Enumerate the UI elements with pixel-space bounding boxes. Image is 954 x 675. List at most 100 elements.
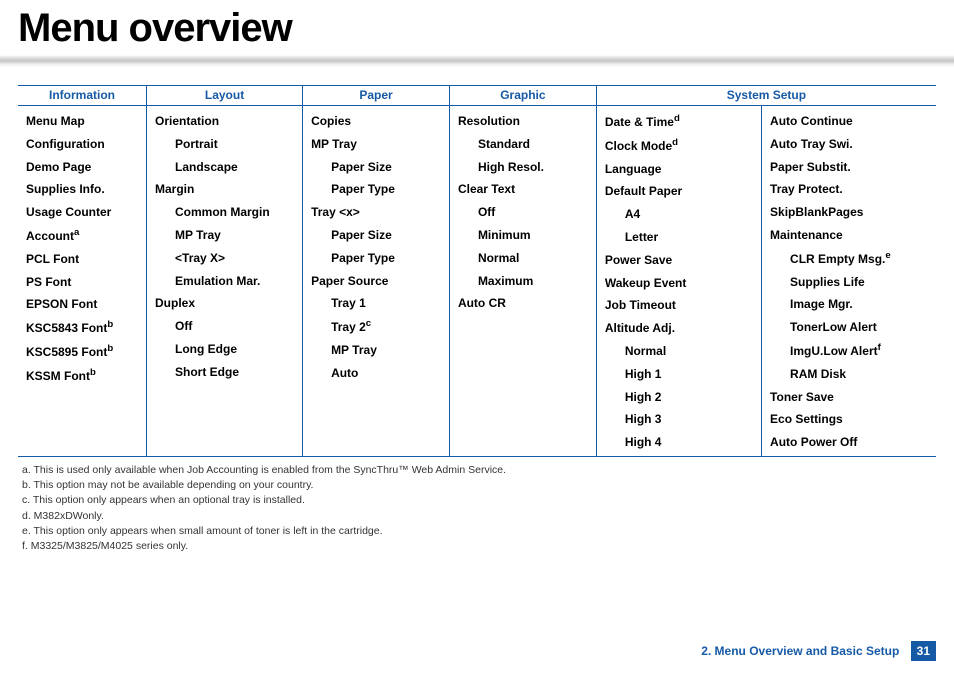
col-paper: CopiesMP TrayPaper SizePaper TypeTray <x… [303, 106, 450, 457]
menu-item: Date & Timed [605, 110, 753, 134]
menu-item: PS Font [26, 271, 138, 294]
menu-item: Tray 1 [311, 292, 441, 315]
col-information: Menu MapConfigurationDemo PageSupplies I… [18, 106, 147, 457]
menu-item: Normal [458, 247, 588, 270]
menu-item: Configuration [26, 133, 138, 156]
col-system-2: Auto ContinueAuto Tray Swi.Paper Substit… [762, 106, 936, 457]
menu-item: Menu Map [26, 110, 138, 133]
footer-chapter: 2. Menu Overview and Basic Setup [701, 644, 899, 658]
menu-item: Margin [155, 178, 294, 201]
menu-item: Auto CR [458, 292, 588, 315]
menu-item: Auto Tray Swi. [770, 133, 928, 156]
menu-item: KSC5843 Fontb [26, 316, 138, 340]
menu-item: Standard [458, 133, 588, 156]
menu-item: Minimum [458, 224, 588, 247]
menu-item: Copies [311, 110, 441, 133]
menu-item: Auto Power Off [770, 431, 928, 454]
menu-item: Tray 2c [311, 315, 441, 339]
menu-item: High Resol. [458, 156, 588, 179]
menu-item: High 2 [605, 386, 753, 409]
title-underline [0, 55, 954, 67]
menu-item: MP Tray [311, 133, 441, 156]
menu-item: KSC5895 Fontb [26, 340, 138, 364]
menu-item: SkipBlankPages [770, 201, 928, 224]
col-header-system: System Setup [596, 86, 936, 106]
menu-item: EPSON Font [26, 293, 138, 316]
menu-item: Toner Save [770, 386, 928, 409]
menu-item: Maintenance [770, 224, 928, 247]
menu-item: Off [155, 315, 294, 338]
menu-item: KSSM Fontb [26, 364, 138, 388]
menu-item: A4 [605, 203, 753, 226]
menu-item: Duplex [155, 292, 294, 315]
menu-item: Maximum [458, 270, 588, 293]
footnote: b. This option may not be available depe… [22, 478, 936, 493]
menu-item: Orientation [155, 110, 294, 133]
menu-item: ImgU.Low Alertf [770, 339, 928, 363]
menu-item: Wakeup Event [605, 272, 753, 295]
footnote: a. This is used only available when Job … [22, 463, 936, 478]
menu-item: Eco Settings [770, 408, 928, 431]
menu-item: Letter [605, 226, 753, 249]
menu-item: Paper Size [311, 156, 441, 179]
menu-item: Common Margin [155, 201, 294, 224]
menu-item: Long Edge [155, 338, 294, 361]
menu-item: Paper Type [311, 247, 441, 270]
menu-item: Image Mgr. [770, 293, 928, 316]
menu-item: Accounta [26, 224, 138, 248]
menu-item: Usage Counter [26, 201, 138, 224]
menu-item: Auto Continue [770, 110, 928, 133]
menu-item: <Tray X> [155, 247, 294, 270]
menu-item: Tray <x> [311, 201, 441, 224]
menu-item: PCL Font [26, 248, 138, 271]
col-header-paper: Paper [303, 86, 450, 106]
col-header-layout: Layout [147, 86, 303, 106]
menu-item: Language [605, 158, 753, 181]
col-layout: OrientationPortraitLandscapeMarginCommon… [147, 106, 303, 457]
footnote: e. This option only appears when small a… [22, 524, 936, 539]
footnote: f. M3325/M3825/M4025 series only. [22, 539, 936, 554]
menu-item: MP Tray [311, 339, 441, 362]
menu-item: Demo Page [26, 156, 138, 179]
col-header-information: Information [18, 86, 147, 106]
col-graphic: ResolutionStandardHigh Resol.Clear TextO… [449, 106, 596, 457]
menu-item: Landscape [155, 156, 294, 179]
menu-item: Short Edge [155, 361, 294, 384]
menu-item: Paper Substit. [770, 156, 928, 179]
menu-item: Power Save [605, 249, 753, 272]
menu-item: TonerLow Alert [770, 316, 928, 339]
col-system-1: Date & TimedClock ModedLanguageDefault P… [596, 106, 761, 457]
menu-item: High 3 [605, 408, 753, 431]
menu-item: MP Tray [155, 224, 294, 247]
menu-item: CLR Empty Msg.e [770, 247, 928, 271]
page-footer: 2. Menu Overview and Basic Setup 31 [701, 641, 936, 661]
menu-table: Information Layout Paper Graphic System … [18, 85, 936, 457]
footnotes: a. This is used only available when Job … [22, 463, 936, 554]
menu-item: RAM Disk [770, 363, 928, 386]
footnote: c. This option only appears when an opti… [22, 493, 936, 508]
menu-item: Altitude Adj. [605, 317, 753, 340]
menu-item: Paper Source [311, 270, 441, 293]
menu-item: Auto [311, 362, 441, 385]
menu-item: Normal [605, 340, 753, 363]
page-title: Menu overview [0, 0, 954, 55]
menu-item: Clock Moded [605, 134, 753, 158]
menu-item: Default Paper [605, 180, 753, 203]
menu-item: Paper Size [311, 224, 441, 247]
menu-item: Clear Text [458, 178, 588, 201]
menu-item: Job Timeout [605, 294, 753, 317]
menu-item: Off [458, 201, 588, 224]
menu-item: High 1 [605, 363, 753, 386]
menu-item: Supplies Life [770, 271, 928, 294]
menu-item: Paper Type [311, 178, 441, 201]
menu-item: Portrait [155, 133, 294, 156]
menu-item: High 4 [605, 431, 753, 454]
menu-item: Tray Protect. [770, 178, 928, 201]
menu-item: Resolution [458, 110, 588, 133]
footnote: d. M382xDWonly. [22, 509, 936, 524]
menu-item: Emulation Mar. [155, 270, 294, 293]
menu-table-area: Information Layout Paper Graphic System … [18, 85, 936, 457]
footer-page-number: 31 [911, 641, 936, 661]
col-header-graphic: Graphic [449, 86, 596, 106]
menu-item: Supplies Info. [26, 178, 138, 201]
